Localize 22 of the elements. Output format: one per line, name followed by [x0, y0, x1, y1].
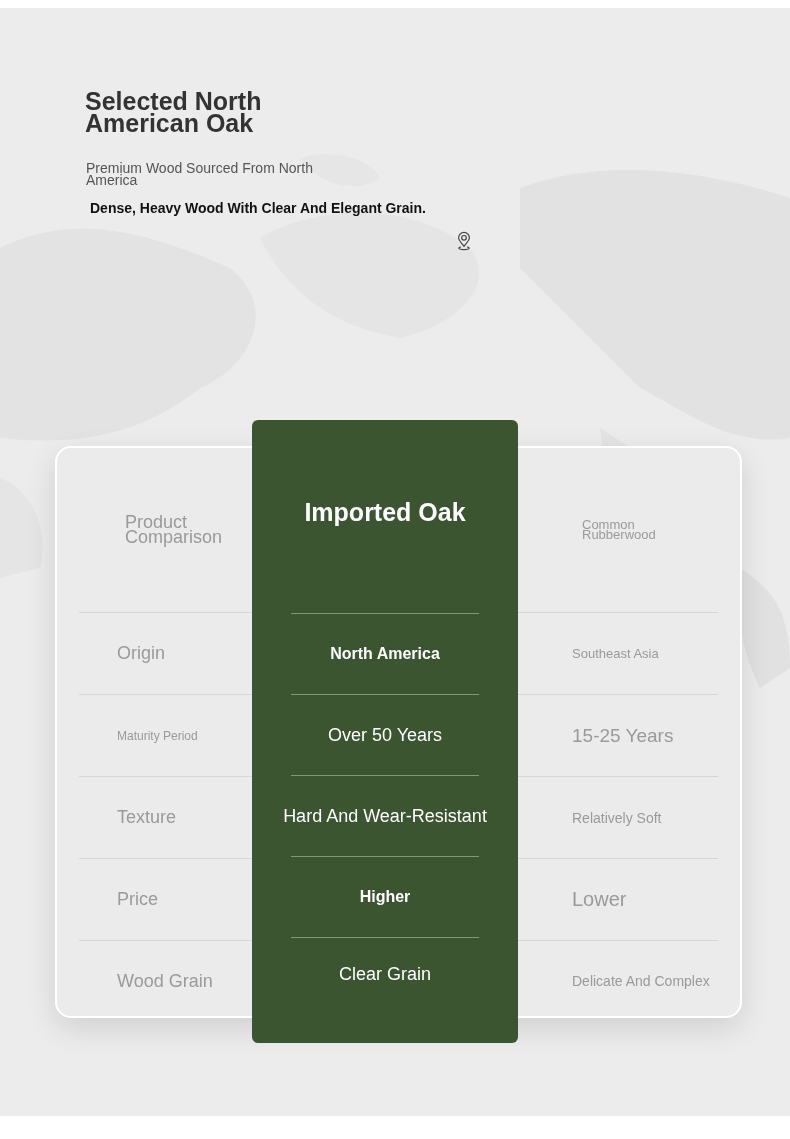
- attribute-label: Price: [117, 889, 158, 910]
- location-pin-icon: [455, 230, 473, 252]
- table-cell: Over 50 Years: [327, 724, 443, 746]
- attribute-label: Texture: [117, 807, 177, 828]
- subtitle: Premium Wood Sourced From North America: [86, 162, 314, 186]
- table-cell: North America: [330, 645, 440, 663]
- column-header: Product Comparison: [125, 515, 224, 545]
- attribute-label: Origin: [117, 643, 165, 664]
- description: Dense, Heavy Wood With Clear And Elegant Grain.: [90, 200, 427, 216]
- table-cell: Relatively Soft: [572, 809, 662, 826]
- table-cell: Clear Grain: [339, 964, 431, 985]
- table-cell: Hard And Wear-Resistant: [283, 805, 487, 827]
- column-header: Common Rubberwood: [582, 520, 657, 540]
- table-cell: Southeast Asia: [572, 646, 659, 661]
- table-cell: Higher: [359, 888, 411, 906]
- attribute-label: Maturity Period: [117, 728, 198, 743]
- table-cell: Delicate And Complex: [572, 973, 710, 989]
- attribute-label: Wood Grain: [117, 970, 213, 992]
- table-cell: Lower: [572, 888, 627, 911]
- table-cell: 15-25 Years: [572, 724, 674, 747]
- column-header: Imported Oak: [304, 498, 466, 527]
- page-title: Selected North American Oak: [85, 90, 263, 134]
